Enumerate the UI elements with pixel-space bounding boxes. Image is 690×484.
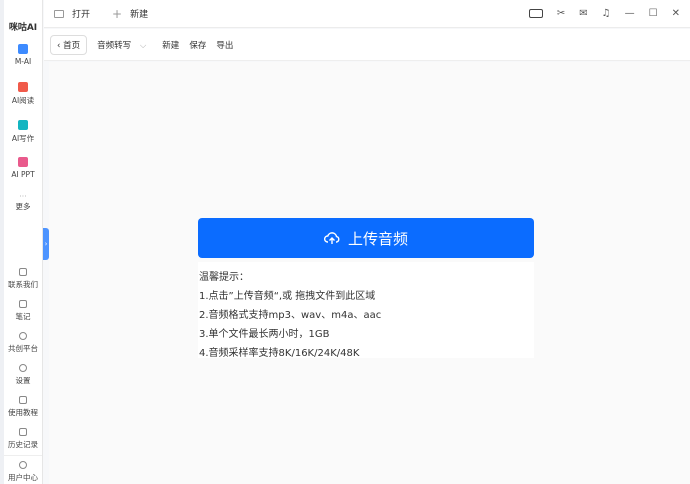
bulb-icon bbox=[19, 332, 27, 340]
tip-item: 3.单个文件最长两小时，1GB bbox=[199, 325, 533, 344]
sidebar-item-m-ai[interactable]: M-AI bbox=[4, 44, 42, 66]
tutorial-icon bbox=[19, 396, 27, 404]
sidebar-item-history[interactable]: 历史记录 bbox=[4, 428, 42, 450]
new-button[interactable]: 新建 bbox=[162, 39, 179, 51]
sidebar-item-label: 共创平台 bbox=[8, 344, 38, 353]
sidebar-item-settings[interactable]: 设置 bbox=[4, 364, 42, 386]
open-button[interactable]: 打开 bbox=[54, 7, 90, 20]
sidebar-item-notes[interactable]: 笔记 bbox=[4, 300, 42, 322]
sidebar-item-label: M-AI bbox=[15, 57, 31, 66]
gear-icon bbox=[19, 364, 27, 372]
sidebar-item-ai-ppt[interactable]: AI PPT bbox=[4, 157, 42, 179]
message-icon bbox=[19, 268, 27, 276]
sidebar-item-tutorial[interactable]: 使用教程 bbox=[4, 396, 42, 418]
cloud-upload-icon bbox=[324, 231, 340, 245]
pen-icon bbox=[18, 120, 28, 130]
plus-icon: + bbox=[112, 7, 122, 21]
folder-icon bbox=[54, 10, 64, 18]
save-button[interactable]: 保存 bbox=[189, 39, 206, 51]
open-label: 打开 bbox=[72, 7, 90, 20]
maximize-icon[interactable]: ☐ bbox=[649, 8, 658, 19]
tips-title: 温馨提示： bbox=[199, 268, 533, 287]
bell-icon[interactable]: ♫ bbox=[602, 8, 611, 19]
home-label: 首页 bbox=[63, 41, 80, 51]
sidebar-item-label: 用户中心 bbox=[8, 473, 38, 482]
new-file-button[interactable]: + 新建 bbox=[112, 7, 148, 21]
chevron-down-icon: ⌵ bbox=[140, 41, 146, 51]
app-logo: 咪咕AI bbox=[4, 20, 42, 33]
sidebar-item-ai-write[interactable]: AI写作 bbox=[4, 120, 42, 144]
sidebar-item-label: 笔记 bbox=[16, 312, 31, 321]
keyboard-icon[interactable] bbox=[529, 9, 543, 18]
sidebar-item-platform[interactable]: 共创平台 bbox=[4, 332, 42, 354]
user-icon bbox=[19, 461, 27, 469]
sidebar-item-label: AI写作 bbox=[12, 134, 34, 143]
close-icon[interactable]: ✕ bbox=[672, 8, 680, 19]
mail-icon[interactable]: ✉ bbox=[579, 8, 587, 19]
tip-item: 1.点击”上传音频“,或 拖拽文件到此区域 bbox=[199, 287, 533, 306]
chevron-right-icon: › bbox=[45, 240, 48, 248]
sidebar-item-ai-read[interactable]: AI阅读 bbox=[4, 82, 42, 106]
home-button[interactable]: ‹ 首页 bbox=[50, 35, 87, 55]
divider bbox=[4, 455, 42, 456]
more-icon: ··· bbox=[4, 192, 42, 201]
export-button[interactable]: 导出 bbox=[216, 39, 233, 51]
ppt-icon bbox=[18, 157, 28, 167]
upload-audio-button[interactable]: 上传音频 bbox=[198, 218, 534, 258]
title-bar: 打开 + 新建 ✂ ✉ ♫ — ☐ ✕ bbox=[44, 0, 690, 28]
sidebar-item-label: AI阅读 bbox=[12, 96, 34, 105]
chat-icon bbox=[18, 44, 28, 54]
upload-label: 上传音频 bbox=[348, 228, 408, 249]
sidebar-item-contact[interactable]: 联系我们 bbox=[4, 268, 42, 290]
toolbar: ‹ 首页 音频转写 ⌵ 新建 保存 导出 bbox=[44, 29, 690, 61]
sidebar: 咪咕AI M-AI AI阅读 AI写作 AI PPT ···更多 联系我们 笔记… bbox=[4, 0, 43, 484]
minimize-icon[interactable]: — bbox=[625, 8, 635, 19]
tools-icon[interactable]: ✂ bbox=[557, 8, 565, 19]
mode-label: 音频转写 bbox=[97, 41, 131, 51]
sidebar-item-label: 联系我们 bbox=[8, 280, 38, 289]
sidebar-item-label: 更多 bbox=[16, 202, 31, 211]
tip-item: 4.音频采样率支持8K/16K/24K/48K bbox=[199, 344, 533, 363]
book-icon bbox=[18, 82, 28, 92]
sidebar-item-label: 使用教程 bbox=[8, 408, 38, 417]
sidebar-item-label: 设置 bbox=[16, 376, 31, 385]
tip-item: 2.音频格式支持mp3、wav、m4a、aac bbox=[199, 306, 533, 325]
sidebar-item-more[interactable]: ···更多 bbox=[4, 192, 42, 212]
mode-dropdown[interactable]: 音频转写 ⌵ bbox=[97, 39, 146, 51]
sidebar-item-label: 历史记录 bbox=[8, 440, 38, 449]
history-icon bbox=[19, 428, 27, 436]
upload-tips: 温馨提示： 1.点击”上传音频“,或 拖拽文件到此区域 2.音频格式支持mp3、… bbox=[198, 262, 534, 358]
note-icon bbox=[19, 300, 27, 308]
sidebar-item-label: AI PPT bbox=[11, 170, 34, 179]
sidebar-item-user-center[interactable]: 用户中心 bbox=[4, 461, 42, 483]
new-label: 新建 bbox=[130, 7, 148, 20]
